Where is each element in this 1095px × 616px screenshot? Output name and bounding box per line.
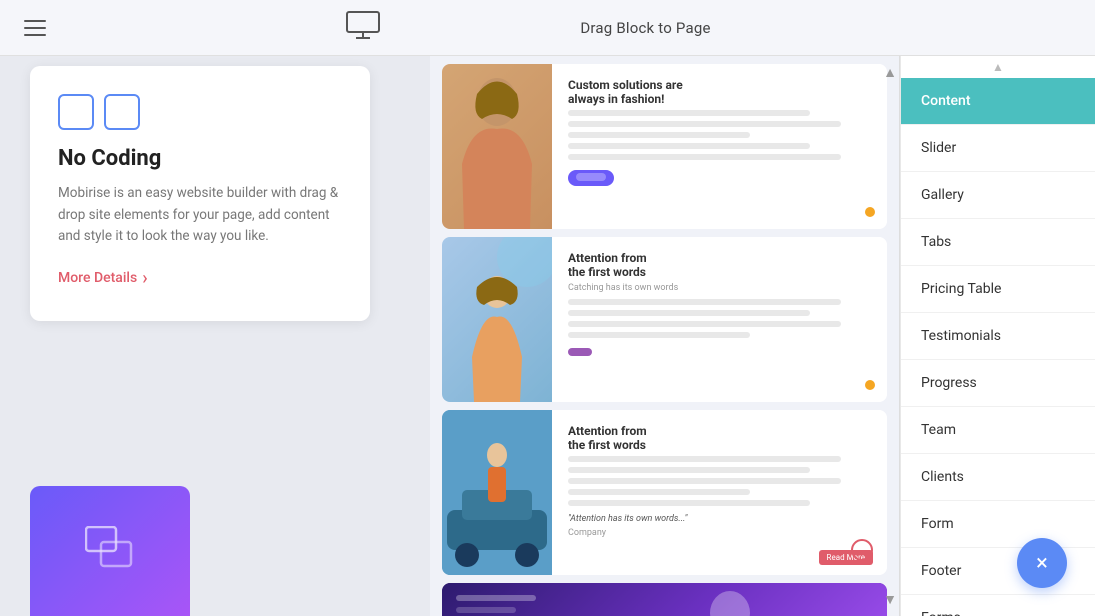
right-sidebar: ▲ Content Slider Gallery Tabs Pricing Ta… bbox=[900, 56, 1095, 616]
preview-line bbox=[568, 478, 841, 484]
sidebar-item-form[interactable]: Form bbox=[901, 501, 1095, 548]
more-details-link[interactable]: More Details bbox=[58, 268, 342, 289]
feature-card: No Coding Mobirise is an easy website bu… bbox=[30, 66, 370, 321]
top-bar: Drag Block to Page bbox=[0, 0, 1095, 56]
preview-card-img-2 bbox=[442, 237, 552, 402]
center-panel[interactable]: Custom solutions arealways in fashion! bbox=[430, 56, 900, 616]
icon-box-1 bbox=[58, 94, 94, 130]
sidebar-item-gallery[interactable]: Gallery bbox=[901, 172, 1095, 219]
sidebar-item-tabs[interactable]: Tabs bbox=[901, 219, 1095, 266]
feature-icons bbox=[58, 94, 342, 130]
main-area: No Coding Mobirise is an easy website bu… bbox=[0, 56, 1095, 616]
card4-lines bbox=[456, 595, 536, 616]
bottom-feature-card bbox=[30, 486, 190, 616]
preview-card-img-3 bbox=[442, 410, 552, 575]
preview-card-content-3: Attention fromthe first words "Attention… bbox=[552, 410, 887, 575]
preview-line bbox=[568, 154, 841, 160]
sidebar-scroll-up: ▲ bbox=[901, 56, 1095, 78]
sidebar-item-slider[interactable]: Slider bbox=[901, 125, 1095, 172]
sidebar-item-forms[interactable]: Forms bbox=[901, 595, 1095, 616]
preview-line bbox=[568, 110, 810, 116]
preview-card-3[interactable]: Attention fromthe first words "Attention… bbox=[442, 410, 887, 575]
sidebar-item-progress[interactable]: Progress bbox=[901, 360, 1095, 407]
preview-title-2: Attention fromthe first words bbox=[568, 251, 871, 279]
sidebar-item-clients[interactable]: Clients bbox=[901, 454, 1095, 501]
preview-line bbox=[568, 500, 810, 506]
preview-line bbox=[568, 456, 841, 462]
preview-title-1: Custom solutions arealways in fashion! bbox=[568, 78, 871, 106]
preview-dot-2 bbox=[865, 380, 875, 390]
preview-line bbox=[568, 489, 750, 495]
preview-line bbox=[568, 467, 810, 473]
preview-line bbox=[568, 143, 810, 149]
quote-line: "Attention has its own words..." bbox=[568, 514, 871, 524]
preview-lines-3 bbox=[568, 456, 871, 506]
preview-line bbox=[568, 132, 750, 138]
scroll-down-arrow: ▼ bbox=[883, 591, 897, 608]
preview-dot-3 bbox=[851, 539, 873, 561]
feature-title: No Coding bbox=[58, 146, 342, 171]
preview-line bbox=[568, 321, 841, 327]
monitor-icon bbox=[346, 11, 380, 45]
left-panel: No Coding Mobirise is an easy website bu… bbox=[0, 56, 430, 616]
preview-card-img-1 bbox=[442, 64, 552, 229]
sidebar-item-pricing-table[interactable]: Pricing Table bbox=[901, 266, 1095, 313]
fab-close-button[interactable]: × bbox=[1017, 538, 1067, 588]
preview-scroll: Custom solutions arealways in fashion! bbox=[430, 56, 899, 616]
preview-card-2[interactable]: Attention fromthe first words Catching h… bbox=[442, 237, 887, 402]
sidebar-item-testimonials[interactable]: Testimonials bbox=[901, 313, 1095, 360]
bottom-card-icon bbox=[85, 526, 135, 577]
preview-badge-1[interactable] bbox=[568, 170, 614, 186]
preview-badge-2[interactable] bbox=[568, 348, 592, 356]
preview-title-3: Attention fromthe first words bbox=[568, 424, 871, 452]
preview-card-1[interactable]: Custom solutions arealways in fashion! bbox=[442, 64, 887, 229]
preview-card-content-2: Attention fromthe first words Catching h… bbox=[552, 237, 887, 402]
scroll-up-arrow: ▲ bbox=[883, 64, 897, 81]
preview-line bbox=[568, 332, 750, 338]
preview-dot-1 bbox=[865, 207, 875, 217]
preview-line bbox=[568, 310, 810, 316]
quote-text: "Attention has its own words..." bbox=[568, 514, 687, 524]
preview-line bbox=[568, 121, 841, 127]
preview-lines-1 bbox=[568, 110, 871, 160]
sidebar-item-content[interactable]: Content bbox=[901, 78, 1095, 125]
preview-subtitle-2: Catching has its own words bbox=[568, 283, 871, 293]
company-label: Company bbox=[568, 528, 871, 538]
card4-overlay bbox=[665, 583, 888, 616]
preview-lines-2 bbox=[568, 299, 871, 338]
icon-box-2 bbox=[104, 94, 140, 130]
preview-card-content-1: Custom solutions arealways in fashion! bbox=[552, 64, 887, 229]
preview-card-4[interactable]: Company bbox=[442, 583, 887, 616]
close-icon: × bbox=[1036, 551, 1048, 576]
drag-block-label: Drag Block to Page bbox=[580, 19, 710, 37]
feature-text: Mobirise is an easy website builder with… bbox=[58, 183, 342, 248]
preview-line bbox=[568, 299, 841, 305]
sidebar-item-team[interactable]: Team bbox=[901, 407, 1095, 454]
hamburger-button[interactable] bbox=[24, 20, 46, 36]
